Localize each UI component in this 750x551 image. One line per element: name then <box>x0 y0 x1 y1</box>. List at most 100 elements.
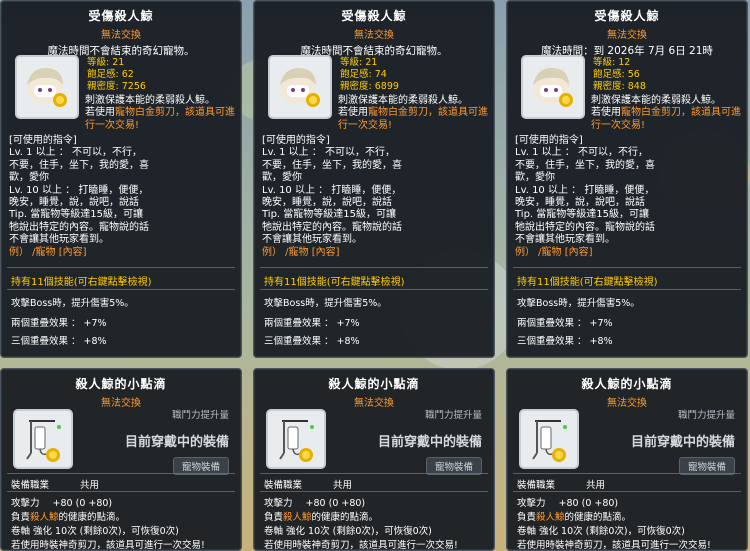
attack-label: 攻擊力 <box>264 498 293 509</box>
scissors-item: 寵物白金剪刀 <box>621 107 681 119</box>
divider <box>260 473 488 474</box>
pet-portrait-icon <box>268 55 332 119</box>
commands-header: [可使用的指令] <box>9 135 77 146</box>
fullness-label: 飽足感 <box>340 69 369 80</box>
intimacy-value: 848 <box>627 81 646 92</box>
intimacy-label: 親密度 <box>340 81 369 92</box>
equip-tooltip-2: 殺人鯨的小點滴 無法交換 職鬥力提升量 目前穿戴中的裝備 寵物裝備 裝備職業 共… <box>253 368 495 551</box>
scroll-row: 卷軸 強化 10次 (剩餘0次)，可恢復0次) <box>11 526 179 537</box>
scissors-row: 若使用時裝神奇剪刀，該道具可進行一次交易! <box>11 540 205 551</box>
job-value: 共用 <box>586 480 606 491</box>
commands-block: [可使用的指令] Lv. 1 以上 ： 不可以，不行， 不要，住手，坐下，我的愛… <box>262 135 492 259</box>
iv-drip-icon <box>519 409 579 469</box>
note-row: 負責殺人鯨的健康的點滴。 <box>11 512 126 523</box>
stirring-text: 刺激保護本能的柔弱殺人鯨。 <box>85 95 215 106</box>
pet-title: 受傷殺人鯨 <box>88 9 154 23</box>
divider <box>7 491 235 492</box>
scissors-item: 寵物白金剪刀 <box>368 107 428 119</box>
divider <box>260 289 488 290</box>
boss-bonus: 攻擊Boss時，提升傷害5%。 <box>517 298 640 309</box>
job-value: 共用 <box>80 480 100 491</box>
level-label: 等級 <box>593 57 613 68</box>
intimacy-label: 親密度 <box>593 81 622 92</box>
equip-title: 殺人鯨的小點滴 <box>581 377 673 391</box>
level-value: 12 <box>618 57 631 68</box>
two-set-bonus: 兩個重疊效果 ： +7% <box>11 318 107 329</box>
example-text: 例） /寵物 [內容] <box>262 246 340 258</box>
three-set-bonus: 三個重疊效果 ： +8% <box>264 336 360 347</box>
note-row: 負責殺人鯨的健康的點滴。 <box>517 512 632 523</box>
boss-bonus: 攻擊Boss時，提升傷害5%。 <box>264 298 387 309</box>
stirring-text: 刺激保護本能的柔弱殺人鯨。 <box>591 95 721 106</box>
intimacy-value: 6899 <box>374 81 399 92</box>
pet-title: 受傷殺人鯨 <box>341 9 407 23</box>
pet-equip-pill: 寵物裝備 <box>678 455 735 475</box>
attack-value: +80 (0 +80) <box>305 498 366 509</box>
stirring-text: 刺激保護本能的柔弱殺人鯨。 <box>338 95 468 106</box>
intimacy-label: 親密度 <box>87 81 116 92</box>
pet-description: 刺激保護本能的柔弱殺人鯨。 若使用寵物白金剪刀，該道具可進行一次交易! <box>591 95 741 131</box>
attack-label: 攻擊力 <box>11 498 40 509</box>
commands-header: [可使用的指令] <box>262 135 330 146</box>
job-power-label: 職鬥力提升量 <box>171 410 229 421</box>
level-value: 21 <box>112 57 125 68</box>
pet-stats: 等級: 21 飽足感: 62 親密度: 7256 <box>87 57 146 92</box>
pet-title: 受傷殺人鯨 <box>594 9 660 23</box>
pet-portrait-icon <box>15 55 79 119</box>
divider <box>513 289 741 290</box>
divider <box>260 267 488 268</box>
skills-link[interactable]: 持有11個技能(可右鍵點擊檢視) <box>264 273 405 288</box>
job-value: 共用 <box>333 480 353 491</box>
divider <box>7 289 235 290</box>
pet-equip-pill: 寵物裝備 <box>172 455 229 475</box>
example-text: 例） /寵物 [內容] <box>515 246 593 258</box>
intimacy-value: 7256 <box>121 81 146 92</box>
job-row: 裝備職業 共用 <box>517 477 605 491</box>
job-row: 裝備職業 共用 <box>11 477 99 491</box>
attack-value: +80 (0 +80) <box>558 498 619 509</box>
job-label: 裝備職業 <box>264 480 303 491</box>
level-label: 等級 <box>87 57 107 68</box>
equipped-label: 目前穿戴中的裝備 <box>630 435 735 450</box>
equip-tooltip-3: 殺人鯨的小點滴 無法交換 職鬥力提升量 目前穿戴中的裝備 寵物裝備 裝備職業 共… <box>506 368 748 551</box>
example-text: 例） /寵物 [內容] <box>9 246 87 258</box>
attack-row: 攻擊力 +80 (0 +80) <box>264 495 365 509</box>
note-item: 殺人鯨 <box>30 512 59 523</box>
pet-stats: 等級: 21 飽足感: 74 親密度: 6899 <box>340 57 399 92</box>
skills-link[interactable]: 持有11個技能(可右鍵點擊檢視) <box>11 273 152 288</box>
equip-title: 殺人鯨的小點滴 <box>328 377 420 391</box>
pet-tooltip-2: 受傷殺人鯨 無法交換 魔法時間不會結束的奇幻寵物。 等級: 21 飽足感: 74… <box>253 0 495 358</box>
fullness-label: 飽足感 <box>593 69 622 80</box>
scroll-row: 卷軸 強化 10次 (剩餘0次)，可恢復0次) <box>264 526 432 537</box>
note-item: 殺人鯨 <box>283 512 312 523</box>
attack-row: 攻擊力 +80 (0 +80) <box>11 495 112 509</box>
job-label: 裝備職業 <box>11 480 50 491</box>
job-power-label: 職鬥力提升量 <box>677 410 735 421</box>
divider <box>513 473 741 474</box>
pet-tooltip-3: 受傷殺人鯨 無法交換 魔法時間：到 2026年 7月 6日 21時 等級: 12… <box>506 0 748 358</box>
fullness-value: 62 <box>121 69 134 80</box>
scroll-row: 卷軸 強化 10次 (剩餘0次)，可恢復0次) <box>517 526 685 537</box>
scissors-item: 寵物白金剪刀 <box>115 107 175 119</box>
attack-row: 攻擊力 +80 (0 +80) <box>517 495 618 509</box>
pet-description: 刺激保護本能的柔弱殺人鯨。 若使用寵物白金剪刀，該道具可進行一次交易! <box>338 95 488 131</box>
job-label: 裝備職業 <box>517 480 556 491</box>
scissors-row: 若使用時裝神奇剪刀，該道具可進行一次交易! <box>517 540 711 551</box>
pet-description: 刺激保護本能的柔弱殺人鯨。 若使用寵物白金剪刀，該道具可進行一次交易! <box>85 95 235 131</box>
fullness-value: 74 <box>374 69 387 80</box>
divider <box>7 267 235 268</box>
level-label: 等級 <box>340 57 360 68</box>
note-row: 負責殺人鯨的健康的點滴。 <box>264 512 379 523</box>
job-power-label: 職鬥力提升量 <box>424 410 482 421</box>
pet-tooltip-1: 受傷殺人鯨 無法交換 魔法時間不會結束的奇幻寵物。 等級: 21 飽足感: 62… <box>0 0 242 358</box>
pet-portrait-icon <box>521 55 585 119</box>
pet-equip-pill: 寵物裝備 <box>425 455 482 475</box>
scissors-row: 若使用時裝神奇剪刀，該道具可進行一次交易! <box>264 540 458 551</box>
skills-link[interactable]: 持有11個技能(可右鍵點擊檢視) <box>517 273 658 288</box>
equipped-label: 目前穿戴中的裝備 <box>377 435 482 450</box>
equip-tooltip-1: 殺人鯨的小點滴 無法交換 職鬥力提升量 目前穿戴中的裝備 寵物裝備 裝備職業 共… <box>0 368 242 551</box>
divider <box>260 491 488 492</box>
untradable-label: 無法交換 <box>101 30 141 41</box>
three-set-bonus: 三個重疊效果 ： +8% <box>517 336 613 347</box>
job-row: 裝備職業 共用 <box>264 477 352 491</box>
